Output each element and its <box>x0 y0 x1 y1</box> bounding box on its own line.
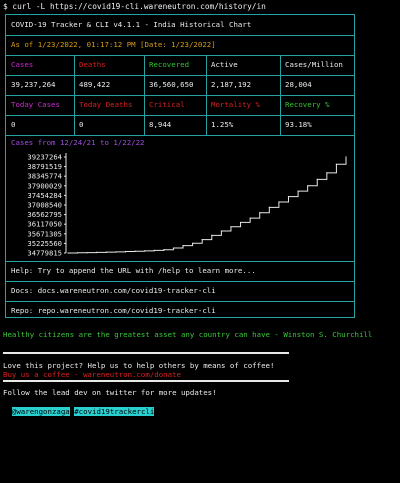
cases-data-point <box>144 250 146 252</box>
value-active: 2,187,192 <box>211 80 252 89</box>
y-tick-label: 37008540 <box>27 200 62 209</box>
value-cases: 39,237,264 <box>11 80 56 89</box>
twitter-line: Follow the lead dev on twitter for more … <box>3 388 217 397</box>
value-deaths: 489,422 <box>79 80 111 89</box>
header-today-cases: Today Cases <box>11 100 60 109</box>
cases-data-point <box>287 195 290 198</box>
cases-data-point <box>297 190 299 192</box>
y-tick-label: 35671305 <box>27 229 62 238</box>
cases-data-point <box>230 226 232 228</box>
docs-link[interactable]: Docs: docs.wareneutron.com/covid19-track… <box>11 286 216 295</box>
repo-link[interactable]: Repo: repo.wareneutron.com/covid19-track… <box>11 306 216 315</box>
cases-data-point <box>96 251 98 253</box>
cases-data-point <box>115 251 117 253</box>
value-recovered: 36,560,650 <box>149 80 194 89</box>
cases-data-point <box>316 178 318 180</box>
value-critical: 8,944 <box>149 120 172 129</box>
header-mortality: Mortality % <box>211 100 260 109</box>
value-mortality: 1.25% <box>211 120 234 129</box>
cases-data-point <box>134 250 136 252</box>
y-tick-label: 36562795 <box>27 210 62 219</box>
value-today-cases: 0 <box>11 120 16 129</box>
value-today-deaths: 0 <box>79 120 84 129</box>
header-recovered: Recovered <box>149 60 190 69</box>
y-tick-label: 38345774 <box>27 172 62 181</box>
coffee-line: Love this project? Help us to help other… <box>3 361 275 370</box>
cases-series-line <box>68 157 347 254</box>
social-tags: @warengonzaga #covid19trackercli <box>3 398 155 416</box>
as-of-timestamp: As of 1/23/2022, 01:17:12 PM [Date: 1/23… <box>11 40 216 49</box>
y-tick-label: 37900029 <box>27 181 62 190</box>
cases-data-point <box>220 230 222 232</box>
y-tick-label: 38791519 <box>27 162 62 171</box>
header-deaths: Deaths <box>79 60 106 69</box>
y-tick-label: 36117050 <box>27 220 62 229</box>
header-today-deaths: Today Deaths <box>79 100 133 109</box>
y-tick-label: 34779815 <box>27 249 62 258</box>
cases-data-point <box>307 185 309 187</box>
help-text: Help: Try to append the URL with /help t… <box>11 266 256 275</box>
header-critical: Critical <box>149 100 185 109</box>
cases-data-point <box>67 252 69 254</box>
cases-data-point <box>335 163 338 165</box>
cases-data-point <box>249 217 251 219</box>
donate-link[interactable]: Buy us a coffee - wareneutron.com/donate <box>3 370 181 379</box>
cases-data-point <box>211 234 213 236</box>
cases-data-point <box>172 247 175 249</box>
quote-text: Healthy citizens are the greatest asset … <box>3 330 373 339</box>
cases-data-point <box>201 239 203 241</box>
cases-data-point <box>163 249 165 251</box>
cases-chart: 3923726438791519383457743790002937454284… <box>27 153 347 258</box>
cases-data-point <box>268 206 270 208</box>
value-cases-per-million: 28,004 <box>285 80 312 89</box>
cases-data-point <box>182 245 184 247</box>
chart-range-label: Cases from 12/24/21 to 1/22/22 <box>11 138 145 147</box>
header-active: Active <box>211 60 238 69</box>
header-cases-per-million: Cases/Million <box>285 60 343 69</box>
divider <box>3 380 289 382</box>
cases-data-point <box>105 251 107 253</box>
header-cases: Cases <box>11 60 34 69</box>
cases-data-point <box>259 212 261 214</box>
divider <box>3 352 289 354</box>
y-tick-label: 35225560 <box>27 239 62 248</box>
y-tick-label: 37454284 <box>27 191 62 200</box>
cases-data-point <box>124 250 127 253</box>
cases-data-point <box>239 221 242 224</box>
terminal-command: $ curl -L https://covid19-cli.wareneutro… <box>3 2 266 11</box>
hashtag[interactable]: #covid19trackercli <box>74 407 155 416</box>
cases-data-point <box>153 249 155 252</box>
twitter-handle[interactable]: @warengonzaga <box>11 407 70 416</box>
cases-data-point <box>86 251 88 254</box>
cases-data-point <box>326 172 328 174</box>
header-recovery: Recovery % <box>285 100 330 109</box>
cases-data-point <box>192 242 194 244</box>
cases-data-point <box>76 252 79 254</box>
tracker-panel: COVID-19 Tracker & CLI v4.1.1 - India Hi… <box>5 14 355 318</box>
cases-data-point <box>278 201 280 203</box>
y-tick-label: 39237264 <box>27 153 62 162</box>
cases-data-point <box>345 156 347 158</box>
page-title: COVID-19 Tracker & CLI v4.1.1 - India Hi… <box>11 20 252 29</box>
value-recovery: 93.18% <box>285 120 312 129</box>
